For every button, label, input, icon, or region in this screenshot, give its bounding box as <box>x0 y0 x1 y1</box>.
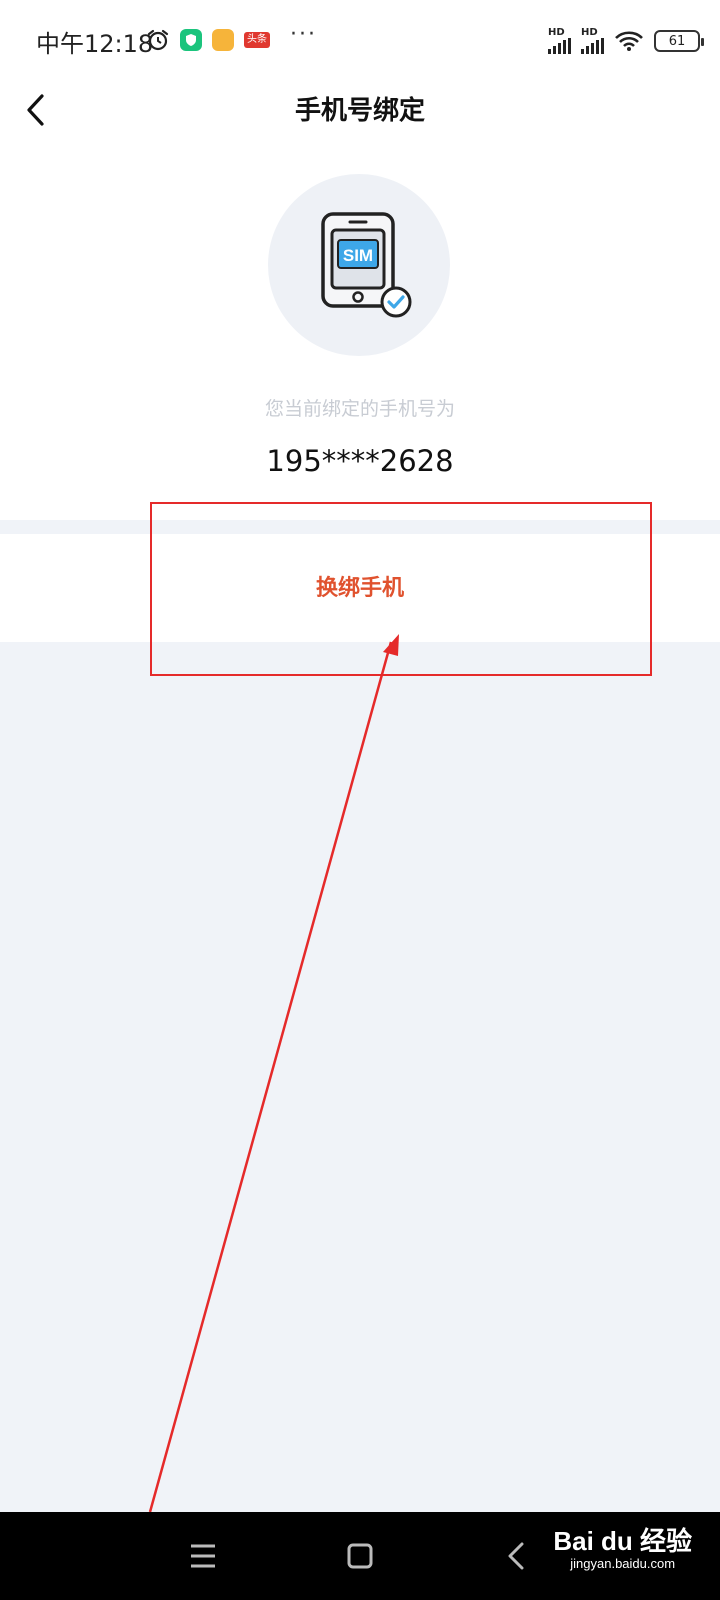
menu-icon <box>191 1544 215 1568</box>
home-icon <box>347 1543 373 1569</box>
home-button[interactable] <box>340 1536 380 1576</box>
watermark-url: jingyan.baidu.com <box>570 1556 676 1571</box>
menu-button[interactable] <box>183 1536 223 1576</box>
sim-label: SIM <box>343 246 373 265</box>
signal-icon: HD <box>548 28 571 54</box>
sim-phone-illustration: SIM <box>268 174 450 356</box>
status-time: 中午12:18 <box>36 30 154 58</box>
nav-header: 手机号绑定 <box>0 84 720 134</box>
signal-icon: HD <box>581 28 604 54</box>
status-notification-icons: 头条 <box>146 28 270 52</box>
annotation-highlight-box <box>150 502 652 676</box>
status-bar: 中午12:18 头条 ··· HD HD 61 <box>0 0 720 84</box>
status-system-icons: HD HD 61 <box>548 28 704 54</box>
system-navigation-bar: Bai du 经验 jingyan.baidu.com <box>0 1512 720 1600</box>
shield-app-icon <box>180 29 202 51</box>
notes-app-icon <box>212 29 234 51</box>
toutiao-app-icon: 头条 <box>244 32 270 48</box>
bound-phone-number: 195****2628 <box>266 444 454 478</box>
battery-level: 61 <box>668 33 686 49</box>
wifi-icon <box>615 31 643 51</box>
watermark-logo: Bai du 经验 <box>553 1526 692 1556</box>
page-title: 手机号绑定 <box>294 96 425 126</box>
more-notifications-icon: ··· <box>290 22 317 47</box>
sim-phone-icon: SIM <box>321 212 412 318</box>
bound-phone-label: 您当前绑定的手机号为 <box>264 398 455 420</box>
baidu-jingyan-watermark: Bai du 经验 jingyan.baidu.com <box>553 1526 692 1572</box>
battery-icon: 61 <box>654 30 704 52</box>
back-triangle-icon <box>508 1542 524 1570</box>
bound-phone-card: SIM 您当前绑定的手机号为 195****2628 <box>0 134 720 520</box>
system-back-button[interactable] <box>496 1536 536 1576</box>
alarm-icon <box>147 29 169 51</box>
